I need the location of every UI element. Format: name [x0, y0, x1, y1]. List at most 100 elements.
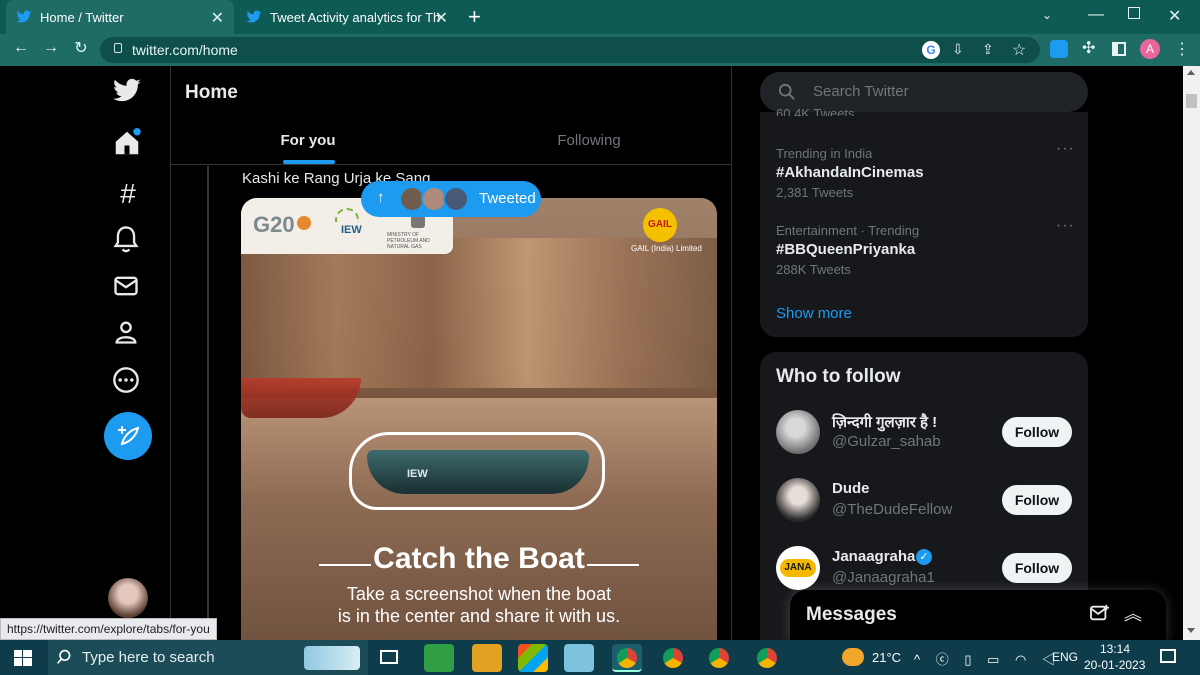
more-options-icon[interactable]	[112, 366, 144, 398]
browser-tab-home[interactable]: Home / Twitter ✕	[6, 0, 234, 34]
page-scrollbar[interactable]	[1183, 66, 1200, 640]
up-arrow-icon: ↑	[377, 189, 385, 206]
language-indicator[interactable]: ENG	[1052, 650, 1078, 664]
taskbar-chrome-icon[interactable]	[752, 644, 782, 672]
system-tray-icons[interactable]: ^ ⓒ ▯ ▭ ◠ ◁	[914, 649, 1061, 668]
profile-icon[interactable]	[112, 318, 144, 350]
taskbar-notes-icon[interactable]	[564, 644, 594, 672]
notifications-icon[interactable]	[1160, 649, 1176, 663]
tab-following[interactable]: Following	[445, 118, 731, 164]
gail-text: GAIL (India) Limited	[631, 244, 702, 253]
follow-button[interactable]: Follow	[1002, 485, 1072, 515]
trend-count: 2,381 Tweets	[776, 185, 854, 200]
subline-2: is in the center and share it with us.	[337, 606, 621, 626]
twitter-favicon-icon	[16, 10, 32, 24]
reload-icon[interactable]: ↻	[70, 38, 92, 58]
follow-button[interactable]: Follow	[1002, 553, 1072, 583]
trend-meta: Trending in India	[776, 146, 873, 161]
suggestion-handle: @Gulzar_sahab	[832, 433, 941, 450]
taskbar-chrome-icon[interactable]	[704, 644, 734, 672]
taskbar-app-green[interactable]	[424, 644, 454, 672]
clock-date[interactable]: 20-01-2023	[1084, 658, 1145, 672]
explore-hashtag-icon[interactable]: #	[112, 178, 144, 210]
scroll-down-icon[interactable]	[1187, 628, 1195, 633]
trend-item[interactable]: Entertainment · Trending #BBQueenPriyank…	[760, 217, 1088, 287]
tab-search-icon[interactable]: ⌄	[1042, 8, 1052, 22]
search-icon	[778, 83, 795, 100]
forward-icon[interactable]: →	[40, 39, 62, 57]
browser-tab-analytics[interactable]: Tweet Activity analytics for Thom ✕	[236, 0, 458, 34]
new-message-icon[interactable]	[1090, 604, 1110, 622]
extensions-puzzle-icon[interactable]: ✣	[1082, 38, 1095, 58]
follow-suggestion[interactable]: Dude @TheDudeFellow Follow	[760, 470, 1088, 530]
minimize-icon[interactable]: —	[1088, 6, 1104, 24]
lotus-icon	[297, 216, 311, 230]
suggestion-handle: @TheDudeFellow	[832, 501, 953, 518]
suggestion-name: Dude	[832, 480, 870, 497]
trend-item[interactable]: Trending in India #AkhandaInCinemas 2,38…	[760, 140, 1088, 210]
menu-dots-icon[interactable]: ⋮	[1174, 39, 1190, 59]
tab-title: Home / Twitter	[40, 9, 124, 25]
taskbar-chrome-icon[interactable]	[658, 644, 688, 672]
boat-iew-logo: IEW	[407, 468, 428, 480]
compose-tweet-button[interactable]	[104, 412, 152, 460]
install-app-icon[interactable]: ⇩	[952, 41, 964, 58]
more-dots-icon[interactable]: ···	[1056, 140, 1075, 158]
headline: Catch the Boat	[373, 542, 585, 575]
tweeted-label: Tweeted	[479, 190, 536, 207]
taskbar-app-tiles[interactable]	[472, 644, 502, 672]
twitter-logo-icon[interactable]	[112, 78, 144, 110]
profile-avatar[interactable]: A	[1140, 39, 1160, 59]
windows-start-icon[interactable]	[14, 650, 32, 666]
avatar	[776, 478, 820, 522]
trends-card: 60.4K Tweets Trending in India #AkhandaI…	[760, 106, 1088, 337]
google-lens-icon[interactable]: G	[922, 41, 940, 59]
side-panel-icon[interactable]	[1112, 42, 1126, 56]
expand-chevron-icon[interactable]: ︽	[1124, 600, 1142, 626]
url-text: twitter.com/home	[132, 42, 238, 58]
trend-count: 288K Tweets	[776, 262, 851, 277]
close-tab-icon[interactable]: ✕	[435, 8, 448, 28]
account-avatar[interactable]	[108, 578, 148, 618]
back-icon[interactable]: ←	[10, 39, 32, 57]
follow-suggestion[interactable]: ज़िन्दगी गुलज़ार है ! @Gulzar_sahab Foll…	[760, 402, 1088, 462]
trend-meta: Entertainment · Trending	[776, 223, 920, 238]
timeline-column: Home For you Following Kashi ke Rang Urj…	[170, 66, 732, 640]
scrollbar-thumb[interactable]	[1186, 94, 1197, 108]
extension-icon[interactable]	[1050, 40, 1068, 58]
avatar	[776, 410, 820, 454]
more-dots-icon[interactable]: ···	[1056, 217, 1075, 235]
notifications-bell-icon[interactable]	[112, 224, 144, 256]
ministry-text: MINISTRY OF PETROLEUM AND NATURAL GAS	[387, 232, 430, 250]
weather-icon[interactable]	[842, 648, 864, 666]
weather-temperature[interactable]: 21°C	[872, 650, 901, 665]
show-more-link[interactable]: Show more	[776, 305, 852, 322]
suggestion-name: Janaagraha	[832, 548, 916, 565]
scroll-up-icon[interactable]	[1187, 70, 1195, 75]
suggestion-name: ज़िन्दगी गुलज़ार है !	[832, 414, 938, 431]
jana-logo: JANA	[780, 559, 816, 577]
tweet-media[interactable]: G20 IEW MINISTRY OF PETROLEUM AND NATURA…	[241, 198, 717, 640]
task-view-icon[interactable]	[380, 650, 398, 664]
follow-button[interactable]: Follow	[1002, 417, 1072, 447]
address-bar[interactable]: twitter.com/home G ⇩ ⇪ ☆	[100, 37, 1040, 63]
restore-icon[interactable]	[1128, 7, 1140, 19]
share-icon[interactable]: ⇪	[982, 41, 994, 58]
taskbar-chrome-icon[interactable]	[612, 644, 642, 672]
twitter-favicon-icon	[246, 10, 262, 24]
messages-mail-icon[interactable]	[112, 272, 144, 304]
close-tab-icon[interactable]: ✕	[211, 8, 224, 28]
clock-time[interactable]: 13:14	[1100, 642, 1130, 656]
messages-drawer[interactable]: Messages ︽	[790, 590, 1166, 642]
tweeted-pill[interactable]: ↑ Tweeted	[361, 181, 541, 217]
taskbar-search-box[interactable]: Type here to search	[48, 640, 368, 675]
new-tab-button[interactable]: +	[468, 4, 481, 30]
ghat-buildings	[241, 238, 717, 388]
close-window-icon[interactable]: ✕	[1168, 6, 1181, 26]
taskbar-store-icon[interactable]	[518, 644, 548, 672]
follow-suggestion[interactable]: JANA Janaagraha ✓ @Janaagraha1 Follow	[760, 538, 1088, 598]
bookmark-star-icon[interactable]: ☆	[1012, 40, 1026, 60]
tab-for-you[interactable]: For you	[171, 118, 445, 164]
home-icon[interactable]	[112, 128, 144, 160]
trend-tag: #AkhandaInCinemas	[776, 164, 924, 181]
